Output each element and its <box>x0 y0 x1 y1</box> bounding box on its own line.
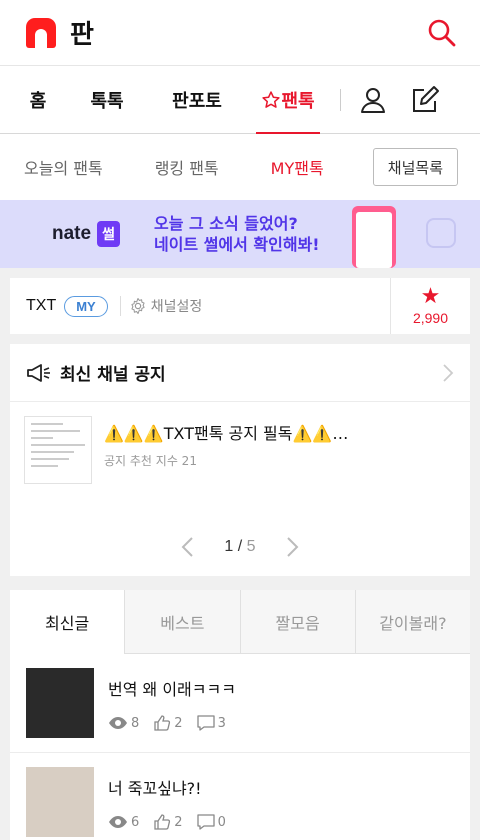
banner-line-2: 네이트 썰에서 확인해봐! <box>153 235 320 254</box>
comment-icon <box>196 715 215 731</box>
subnav-my-fantalk[interactable]: MY팬톡 <box>271 155 324 179</box>
notice-thumbnail <box>24 416 92 484</box>
eye-icon <box>109 816 127 828</box>
like-count: 2 <box>174 814 183 830</box>
tab-panphoto-label: 판포토 <box>172 90 222 112</box>
thumbs-up-icon <box>154 715 171 731</box>
notice-subject: ⚠️⚠️⚠️TXT팬톡 공지 필독⚠️⚠️… <box>104 424 349 443</box>
view-count: 6 <box>131 814 140 830</box>
page-current: 1 <box>224 538 234 555</box>
banner-phone-illustration <box>352 206 396 268</box>
notice-card: 최신 채널 공지 ⚠️⚠️⚠️TXT팬톡 공지 필독⚠️⚠️… 공지 추천 지수… <box>10 344 470 576</box>
notice-meta: 공지 추천 지수 21 <box>104 454 197 468</box>
notice-item[interactable]: ⚠️⚠️⚠️TXT팬톡 공지 필독⚠️⚠️… 공지 추천 지수 21 <box>10 402 470 498</box>
chevron-right-icon[interactable] <box>286 536 300 558</box>
thumbs-up-icon <box>154 814 171 830</box>
subnav-ranking-fantalk[interactable]: 랭킹 팬톡 <box>155 155 219 179</box>
brand-title[interactable]: 판 <box>70 14 94 51</box>
top-bar: 판 <box>0 0 480 66</box>
like-count: 2 <box>174 715 183 731</box>
comment-icon <box>196 814 215 830</box>
notice-title: 최신 채널 공지 <box>60 365 166 385</box>
chevron-left-icon[interactable] <box>180 536 194 558</box>
tab-home-label: 홈 <box>29 90 47 112</box>
tab-panphoto[interactable]: 판포토 <box>138 66 256 133</box>
list-item[interactable]: 번역 왜 이래ㅋㅋㅋ 8 2 3 <box>10 654 470 753</box>
banner-nate-logo: nate <box>52 223 92 244</box>
page-indicator: 1 / 5 <box>224 538 256 555</box>
comment-count: 0 <box>217 814 226 830</box>
tab-toktok[interactable]: 톡톡 <box>76 66 138 133</box>
tab-best[interactable]: 베스트 <box>124 590 240 653</box>
megaphone-icon <box>27 363 50 382</box>
tab-watch-together[interactable]: 같이볼래? <box>354 590 470 653</box>
notice-header[interactable]: 최신 채널 공지 <box>10 344 470 402</box>
chevron-right-icon <box>443 363 454 382</box>
notice-pager: 1 / 5 <box>10 536 470 558</box>
star-count: 2,990 <box>412 310 449 326</box>
eye-icon <box>109 717 127 729</box>
posts-card: 최신글 베스트 짤모음 같이볼래? 번역 왜 이래ㅋㅋㅋ 8 2 3 너 죽꼬싶… <box>10 590 470 840</box>
nate-logo-icon[interactable] <box>26 17 56 48</box>
banner-ssul-badge: 썰 <box>97 221 120 247</box>
my-badge: MY <box>64 295 108 317</box>
star-outline-icon <box>262 90 281 108</box>
view-count: 8 <box>131 715 140 731</box>
gear-icon <box>131 297 145 315</box>
channel-divider <box>119 296 121 316</box>
post-tabs: 최신글 베스트 짤모음 같이볼래? <box>10 590 470 654</box>
channel-settings-label: 채널설정 <box>150 299 203 315</box>
post-thumbnail <box>26 668 94 738</box>
channel-star-button[interactable]: ★ 2,990 <box>390 278 470 334</box>
search-icon[interactable] <box>426 17 458 49</box>
banner-copy: 오늘 그 소식 들었어? 네이트 썰에서 확인해봐! <box>154 213 320 255</box>
write-icon[interactable] <box>405 66 445 133</box>
tab-home[interactable]: 홈 <box>0 66 76 133</box>
tab-jjal[interactable]: 짤모음 <box>239 590 355 653</box>
channel-list-button[interactable]: 채널목록 <box>372 148 458 186</box>
subnav-today-fantalk[interactable]: 오늘의 팬톡 <box>24 155 103 179</box>
comment-count: 3 <box>217 715 226 731</box>
channel-name[interactable]: TXT <box>26 297 56 315</box>
tab-fantalk[interactable]: 팬톡 <box>256 66 320 134</box>
tab-latest[interactable]: 최신글 <box>10 590 125 654</box>
tab-toktok-label: 톡톡 <box>90 90 124 112</box>
page-total: 5 <box>246 538 256 555</box>
promo-banner[interactable]: nate 썰 오늘 그 소식 들었어? 네이트 썰에서 확인해봐! <box>0 200 480 268</box>
tab-fantalk-label: 팬톡 <box>281 90 315 112</box>
post-title: 번역 왜 이래ㅋㅋㅋ <box>108 680 236 699</box>
sub-nav: 오늘의 팬톡 랭킹 팬톡 MY팬톡 채널목록 <box>0 134 480 200</box>
star-filled-icon: ★ <box>420 284 441 309</box>
channel-settings-button[interactable]: 채널설정 <box>129 296 203 316</box>
banner-chat-illustration <box>426 218 456 248</box>
main-nav: 홈 톡톡 판포토 팬톡 <box>0 66 480 134</box>
channel-card: TXT MY 채널설정 ★ 2,990 <box>10 278 470 334</box>
list-item[interactable]: 너 죽꼬싶냐?! 6 2 0 <box>10 753 470 840</box>
post-thumbnail <box>26 767 94 837</box>
user-icon[interactable] <box>341 66 405 133</box>
banner-line-1: 오늘 그 소식 들었어? <box>153 214 298 233</box>
post-title: 너 죽꼬싶냐?! <box>108 779 202 798</box>
